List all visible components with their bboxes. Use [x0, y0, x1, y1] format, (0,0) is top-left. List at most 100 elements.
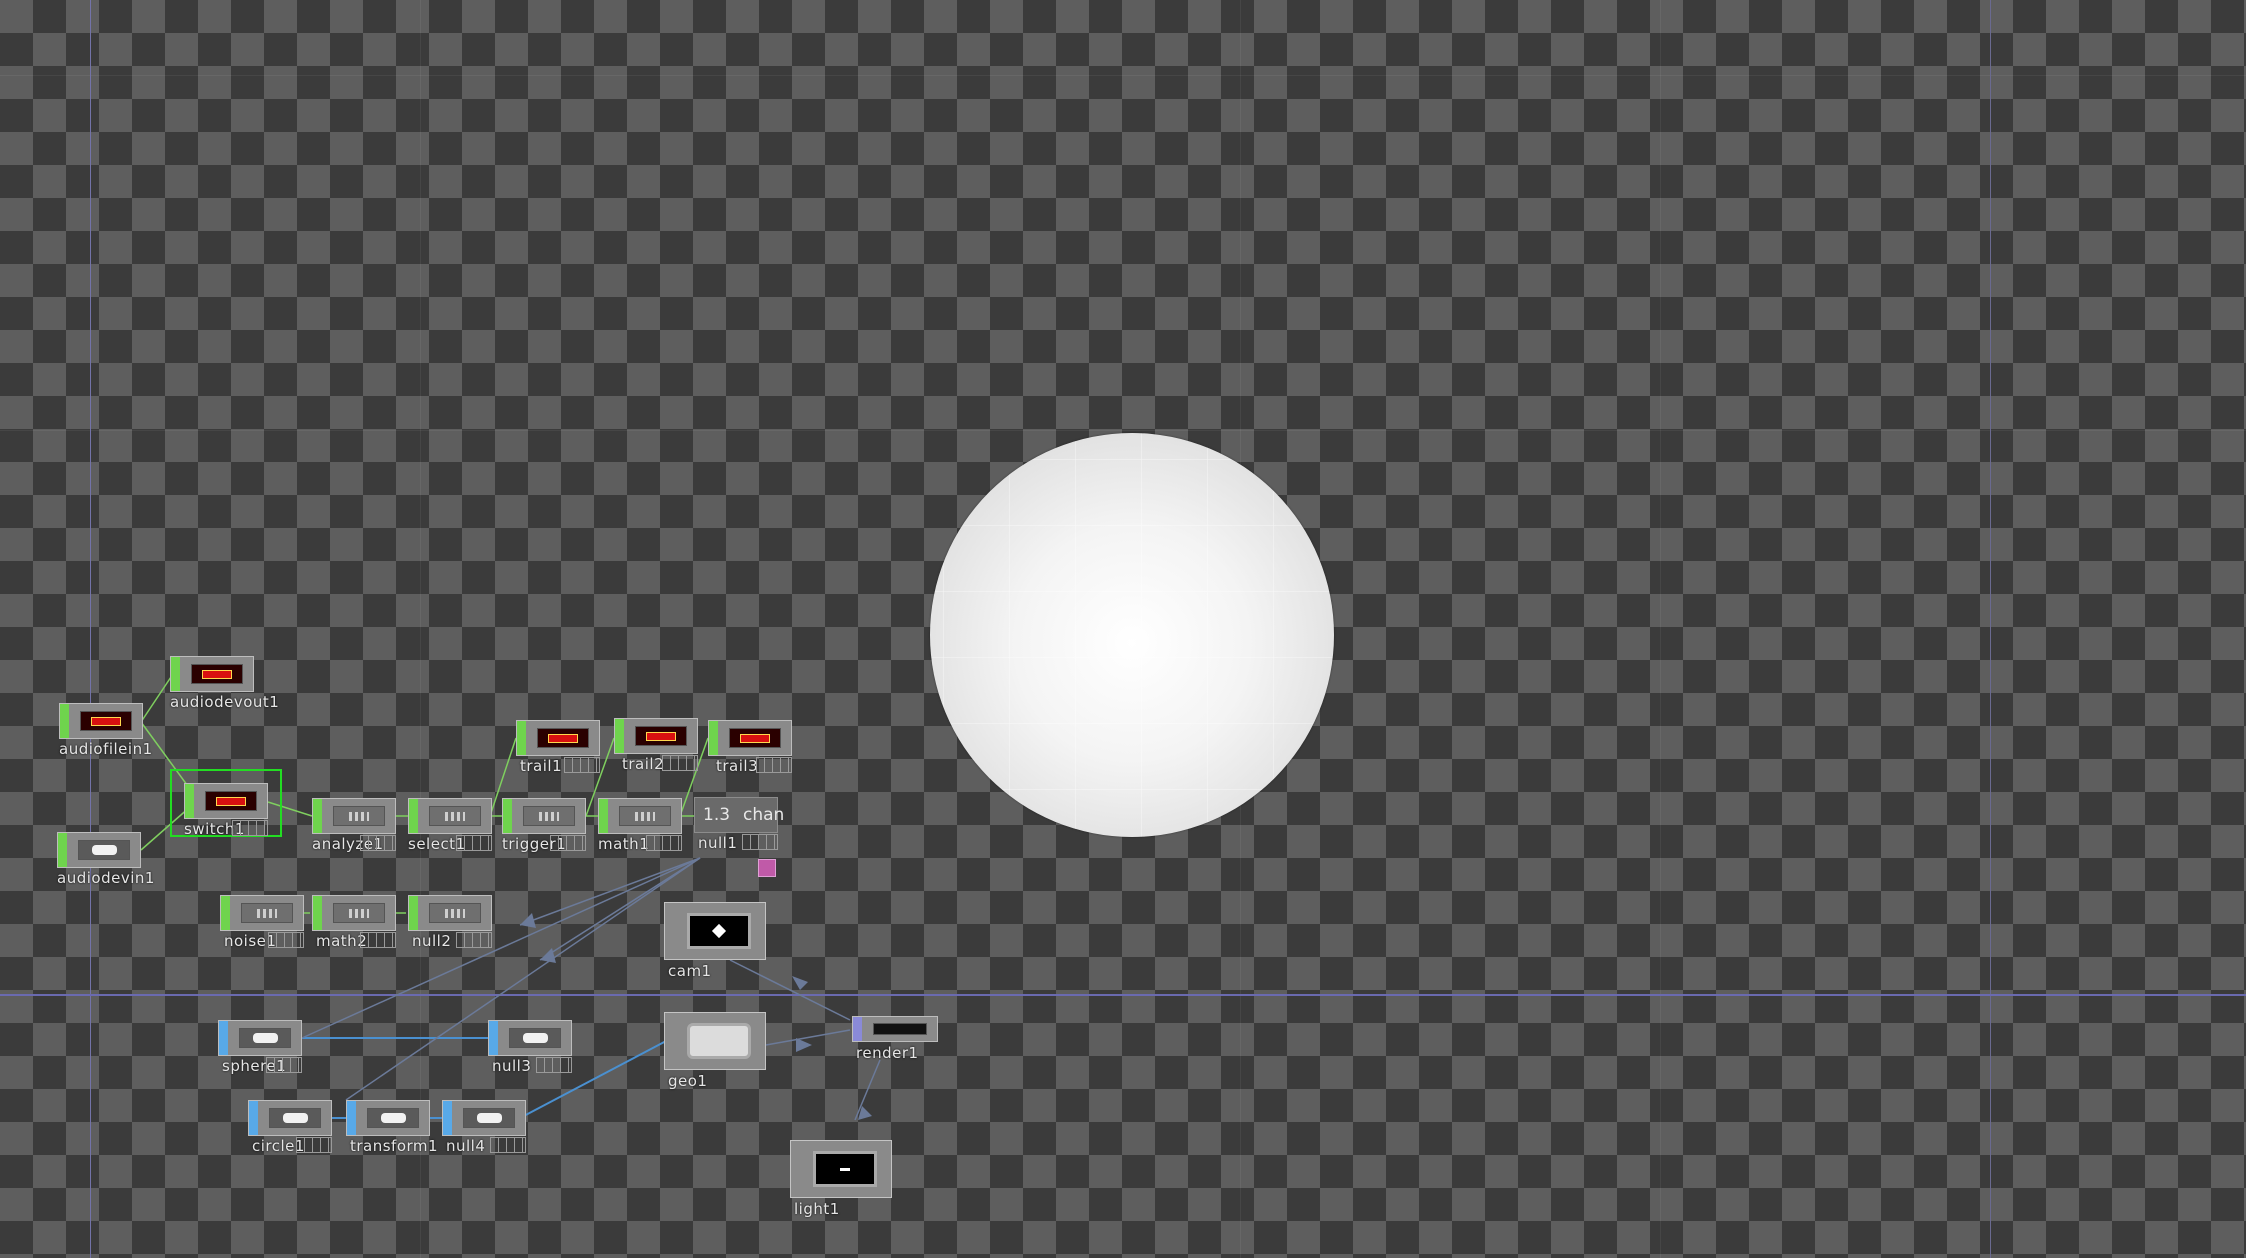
node-body [170, 656, 254, 692]
node-body [502, 798, 586, 834]
node-switch1[interactable]: switch1 [170, 769, 282, 838]
node-viewer [729, 728, 781, 748]
node-viewer [687, 913, 751, 949]
wire-light1-render1 [854, 1059, 881, 1121]
node-body [614, 718, 698, 754]
null1-label-holder: null1 [694, 797, 778, 857]
node-label: math1 [598, 835, 650, 853]
node-type-stripe [409, 799, 418, 833]
node-circle1[interactable]: circle1 [248, 1100, 332, 1155]
node-math1[interactable]: math1 [598, 798, 682, 853]
node-flags[interactable] [456, 932, 492, 948]
node-type-stripe [60, 704, 69, 738]
node-flags[interactable] [756, 757, 792, 773]
wire-arrow [796, 1038, 812, 1052]
network-editor-canvas[interactable]: audiodevout1 audiofilein1 switch1 audiod… [0, 0, 2246, 1258]
node-body [442, 1100, 526, 1136]
node-flags[interactable] [360, 835, 396, 851]
light-icon [840, 1168, 850, 1171]
node-null3[interactable]: null3 [488, 1020, 572, 1075]
node-flags[interactable] [564, 757, 600, 773]
node-body [218, 1020, 302, 1056]
node-type-stripe [443, 1101, 452, 1135]
node-viewer [78, 840, 130, 860]
node-body [598, 798, 682, 834]
node-audiofilein1[interactable]: audiofilein1 [59, 703, 152, 758]
node-trigger1[interactable]: trigger1 [502, 798, 586, 853]
node-body [664, 902, 766, 960]
node-flags[interactable] [266, 1057, 302, 1073]
node-body [516, 720, 600, 756]
node-type-stripe [221, 896, 230, 930]
node-flags[interactable] [360, 932, 396, 948]
node-viewer [191, 664, 243, 684]
node-body [57, 832, 141, 868]
node-noise1[interactable]: noise1 [220, 895, 304, 950]
node-math2[interactable]: math2 [312, 895, 396, 950]
node-light1[interactable]: light1 [790, 1140, 892, 1224]
node-viewer [269, 1108, 321, 1128]
wire-geo1-render1 [765, 1029, 851, 1046]
node-flags[interactable] [490, 1137, 526, 1153]
node-label: null4 [446, 1137, 486, 1155]
node-body [312, 895, 396, 931]
node-type-stripe [615, 719, 624, 753]
node-type-stripe [599, 799, 608, 833]
node-body [790, 1140, 892, 1198]
wire-arrow [792, 976, 808, 990]
wire-arrow [540, 948, 556, 963]
node-flags[interactable] [296, 1137, 332, 1153]
node-type-stripe [517, 721, 526, 755]
node-label: audiodevin1 [57, 869, 155, 887]
node-select1[interactable]: select1 [408, 798, 492, 853]
node-flags[interactable] [232, 820, 268, 836]
wire-arrow [520, 913, 536, 928]
node-type-stripe [185, 784, 194, 818]
node-audiodevin1[interactable]: audiodevin1 [57, 832, 154, 887]
node-flags[interactable] [646, 835, 682, 851]
viewer-toggle-icon[interactable] [758, 859, 776, 877]
node-flags[interactable] [456, 835, 492, 851]
node-viewer [537, 728, 589, 748]
node-viewer [523, 806, 575, 826]
node-flags[interactable] [268, 932, 304, 948]
node-transform1[interactable]: transform1 [346, 1100, 438, 1155]
node-label: audiodevout1 [170, 693, 280, 711]
node-viewer [367, 1108, 419, 1128]
node-viewer [429, 806, 481, 826]
node-geo1[interactable]: geo1 [664, 1012, 766, 1096]
node-analyze1[interactable]: analyze1 [312, 798, 396, 853]
node-viewer [333, 806, 385, 826]
node-trail1[interactable]: trail1 [516, 720, 600, 775]
node-body [346, 1100, 430, 1136]
node-viewer [205, 791, 257, 811]
node-label: null2 [412, 932, 452, 950]
node-flags[interactable] [550, 835, 586, 851]
node-label: render1 [856, 1044, 919, 1062]
node-label: transform1 [350, 1137, 439, 1155]
node-body [312, 798, 396, 834]
node-cam1[interactable]: cam1 [664, 902, 766, 986]
node-trail3[interactable]: trail3 [708, 720, 792, 775]
node-null2[interactable]: null2 [408, 895, 492, 950]
node-body [408, 895, 492, 931]
node-null4[interactable]: null4 [442, 1100, 526, 1155]
node-render1[interactable]: render1 [852, 1016, 938, 1062]
node-type-stripe [503, 799, 512, 833]
node-label: null3 [492, 1057, 532, 1075]
node-body [708, 720, 792, 756]
node-label: trail3 [716, 757, 759, 775]
node-type-stripe [313, 799, 322, 833]
node-sphere1[interactable]: sphere1 [218, 1020, 302, 1075]
node-flags[interactable] [662, 755, 698, 771]
node-label: trail1 [520, 757, 563, 775]
node-type-stripe [313, 896, 322, 930]
node-flags[interactable] [742, 834, 778, 850]
node-flags[interactable] [536, 1057, 572, 1073]
node-label: audiofilein1 [59, 740, 153, 758]
node-body [184, 783, 268, 819]
node-type-stripe [219, 1021, 228, 1055]
node-audiodevout1[interactable]: audiodevout1 [170, 656, 279, 711]
node-trail2[interactable]: trail2 [614, 718, 698, 773]
node-body [408, 798, 492, 834]
